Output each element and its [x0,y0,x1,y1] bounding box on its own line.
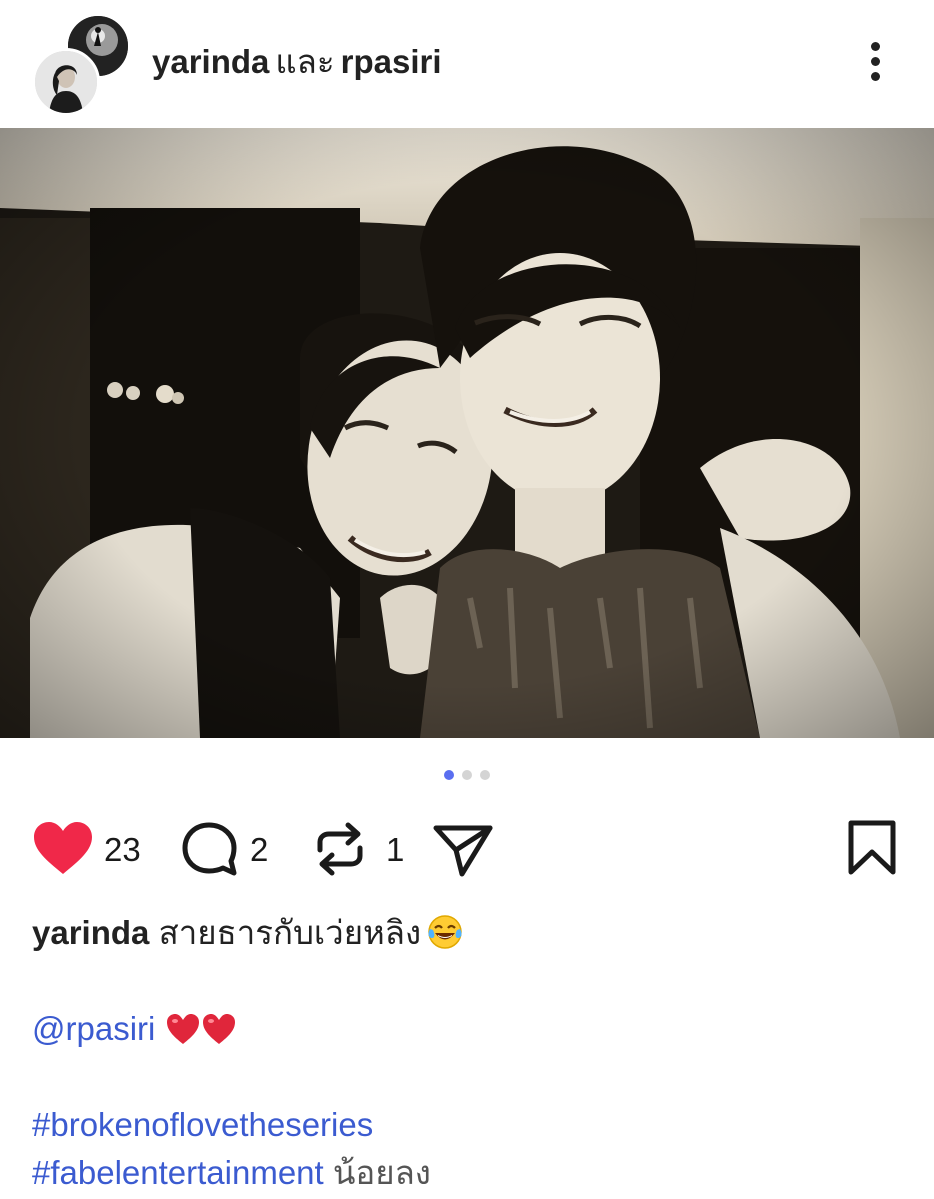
more-options-icon[interactable] [856,36,896,88]
action-bar: 23 2 1 [0,816,934,884]
repost-button[interactable]: 1 [312,816,408,884]
heart-filled-icon [34,822,92,874]
carousel-dot-1[interactable] [444,770,454,780]
collab-avatars[interactable] [32,12,132,116]
username-conjunction: และ [275,43,335,80]
share-button[interactable] [432,816,496,884]
repost-icon [317,822,363,876]
save-button[interactable] [846,816,898,884]
carousel-dot-2[interactable] [462,770,472,780]
post-usernames: yarinda และ rpasiri [152,40,442,84]
carousel-dot-3[interactable] [480,770,490,780]
send-paper-plane-icon [433,825,493,877]
red-heart-emoji-icon [202,1014,235,1044]
comment-bubble-icon [182,822,237,876]
caption-line-hashtag-1: #brokenoflovetheseries [32,1104,373,1146]
like-count: 23 [104,831,141,868]
post-photo[interactable] [0,128,934,738]
hashtag-link[interactable]: #brokenoflovetheseries [32,1106,373,1143]
like-button[interactable]: 23 [32,816,148,884]
caption-line-mention: @rpasiri [32,1008,237,1050]
mention-link[interactable]: @rpasiri [32,1010,155,1047]
laughing-tears-emoji-icon [428,915,462,949]
caption-text: สายธารกับเว่ยหลิง [158,914,422,951]
bookmark-icon [848,820,896,875]
photo-image [0,128,934,738]
carousel-indicator [0,770,934,782]
username-yarinda[interactable]: yarinda [152,43,269,80]
red-heart-emoji-icon [166,1014,199,1044]
comment-button[interactable]: 2 [180,816,276,884]
caption-line-1: yarinda สายธารกับเว่ยหลิง [32,912,463,954]
username-rpasiri[interactable]: rpasiri [341,43,442,80]
avatar-yarinda[interactable] [32,48,100,116]
repost-count: 1 [386,831,405,868]
comment-count: 2 [250,831,269,868]
post-header: yarinda และ rpasiri [0,0,934,128]
caption-line-hashtag-2: #fabelentertainment น้อยลง [32,1152,431,1194]
hashtag-link[interactable]: #fabelentertainment [32,1154,324,1191]
show-less-button[interactable]: น้อยลง [333,1154,431,1191]
caption-author[interactable]: yarinda [32,914,149,951]
